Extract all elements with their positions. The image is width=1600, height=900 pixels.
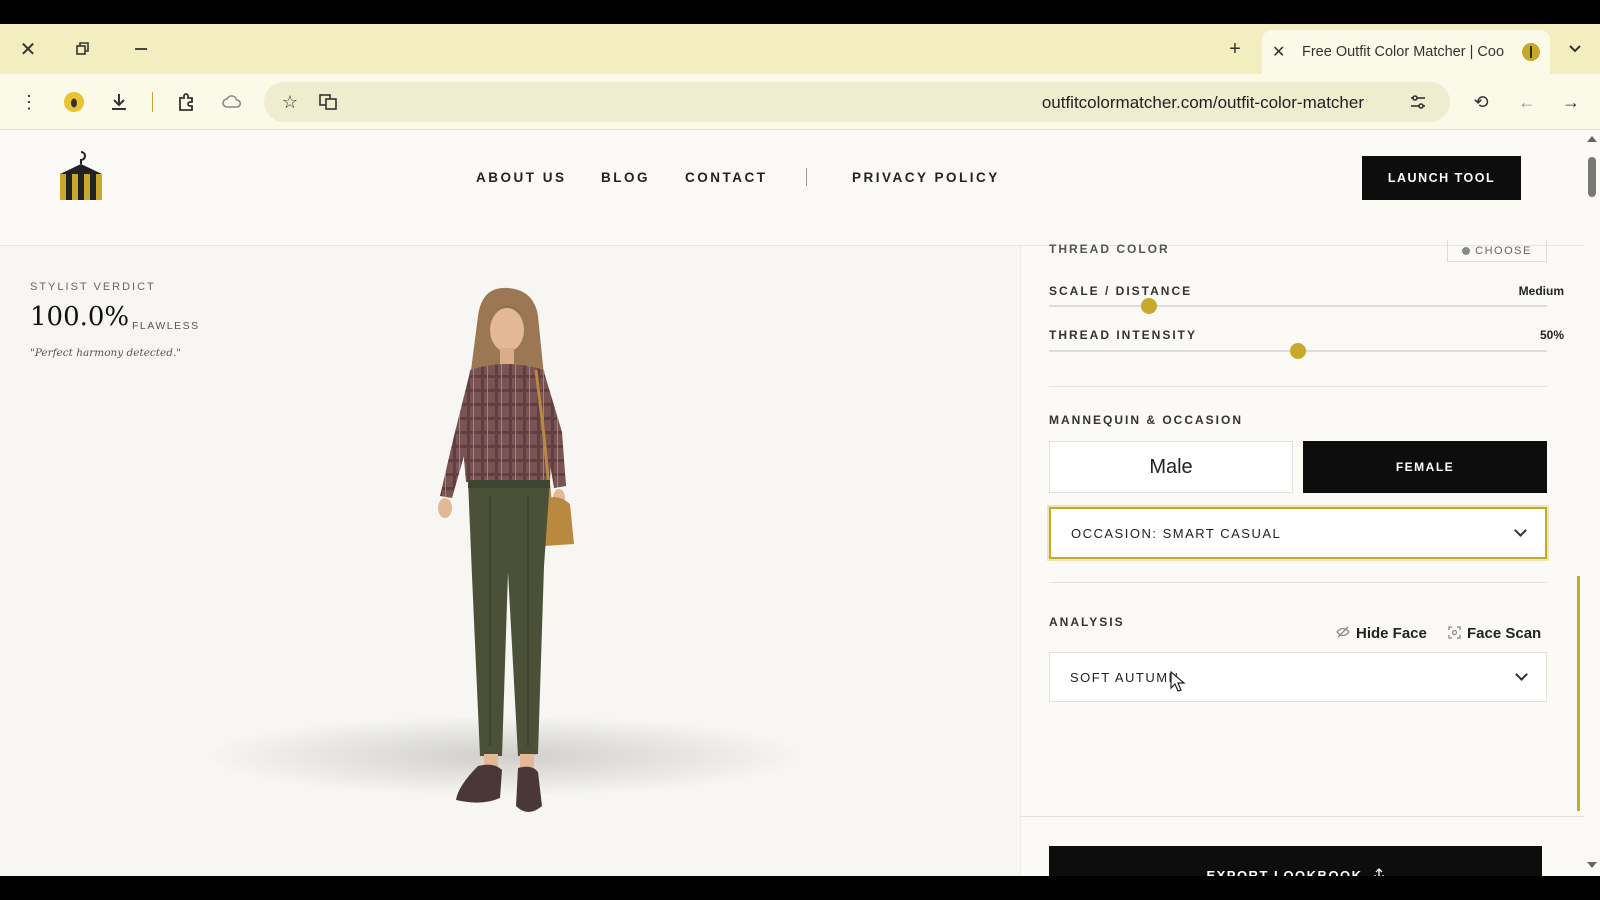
choose-label: CHOOSE <box>1475 244 1532 257</box>
scan-icon <box>1448 625 1461 642</box>
site-favicon-icon <box>1522 43 1540 61</box>
export-lookbook-label: EXPORT LOOKBOOK <box>1206 868 1363 876</box>
scroll-down-arrow-icon[interactable] <box>1587 862 1597 868</box>
color-swatch-dot <box>1462 246 1471 255</box>
tab-title: Free Outfit Color Matcher | Coo <box>1302 44 1505 60</box>
mouse-cursor-icon <box>1170 671 1186 692</box>
translate-icon[interactable] <box>316 90 340 114</box>
chevron-down-icon <box>1515 668 1528 681</box>
scrollbar-thumb[interactable] <box>1588 157 1596 197</box>
bookmark-star-icon[interactable]: ☆ <box>278 90 302 114</box>
section-divider <box>1049 386 1547 387</box>
reload-icon[interactable]: ⟲ <box>1469 90 1493 114</box>
close-tab-icon[interactable]: ✕ <box>1272 42 1294 62</box>
control-panel: THREAD COLOR CHOOSE SCALE / DISTANCE Med… <box>1020 240 1585 876</box>
forward-arrow-icon[interactable]: → <box>1559 90 1583 114</box>
stylist-verdict-label: STYLIST VERDICT <box>30 281 156 293</box>
hide-face-label: Hide Face <box>1356 625 1427 642</box>
chevron-down-icon <box>1514 524 1527 537</box>
mannequin-figure <box>438 287 574 812</box>
nav-privacy-policy[interactable]: PRIVACY POLICY <box>852 170 1000 185</box>
extensions-puzzle-icon[interactable] <box>175 90 199 114</box>
close-window-icon[interactable]: ✕ <box>15 36 41 62</box>
site-logo-icon[interactable] <box>56 150 106 202</box>
menu-dots-icon[interactable]: ⋮ <box>17 90 41 114</box>
thread-color-label: THREAD COLOR <box>1049 242 1170 256</box>
scale-distance-slider-knob[interactable] <box>1140 298 1157 314</box>
browser-window: ✕ + ✕ Free Outfit Color Matcher | Coo ⋮ <box>0 24 1600 876</box>
verdict-quote: "Perfect harmony detected." <box>30 347 182 359</box>
season-select[interactable]: SOFT AUTUMN <box>1049 652 1547 702</box>
back-arrow-icon[interactable]: ← <box>1515 90 1539 114</box>
analysis-label: ANALYSIS <box>1049 615 1125 629</box>
mannequin-occasion-label: MANNEQUIN & OCCASION <box>1049 413 1244 427</box>
new-tab-icon[interactable]: + <box>1222 36 1248 62</box>
browser-toolbar: ⋮ ☆ outfitcolormatcher.com/outfit-color-… <box>0 74 1600 130</box>
panel-scrollbar[interactable] <box>1577 576 1580 811</box>
verdict-tag: FLAWLESS <box>132 320 200 332</box>
scale-distance-label: SCALE / DISTANCE <box>1049 284 1193 298</box>
verdict-score: 100.0% <box>30 302 130 332</box>
share-icon <box>1373 868 1385 876</box>
url-text[interactable]: outfitcolormatcher.com/outfit-color-matc… <box>1042 93 1364 113</box>
site-header: ABOUT US BLOG CONTACT PRIVACY POLICY LAU… <box>0 130 1584 246</box>
export-lookbook-button[interactable]: EXPORT LOOKBOOK <box>1049 846 1542 876</box>
choose-color-button[interactable]: CHOOSE <box>1447 240 1547 262</box>
preview-stage: STYLIST VERDICT 100.0% FLAWLESS "Perfect… <box>0 246 1020 876</box>
tab-strip: ✕ + ✕ Free Outfit Color Matcher | Coo <box>0 24 1600 74</box>
occasion-select-value: OCCASION: SMART CASUAL <box>1071 525 1282 541</box>
sync-cloud-icon[interactable] <box>220 90 244 114</box>
scroll-up-arrow-icon[interactable] <box>1587 136 1597 142</box>
nav-about-us[interactable]: ABOUT US <box>476 170 567 185</box>
launch-tool-button[interactable]: LAUNCH TOOL <box>1362 156 1521 200</box>
panel-bottom-divider <box>1021 816 1585 817</box>
section-divider <box>1049 582 1547 583</box>
minimize-window-icon[interactable] <box>128 36 154 62</box>
thread-intensity-label: THREAD INTENSITY <box>1049 328 1198 342</box>
season-select-value: SOFT AUTUMN <box>1070 669 1180 685</box>
tab-active[interactable]: ✕ Free Outfit Color Matcher | Coo <box>1262 30 1550 74</box>
thread-intensity-value: 50% <box>1539 328 1564 342</box>
scale-distance-track[interactable] <box>1049 305 1547 307</box>
face-scan-label: Face Scan <box>1467 625 1542 642</box>
thread-intensity-slider-knob[interactable] <box>1290 343 1306 359</box>
hide-face-button[interactable]: Hide Face <box>1336 625 1427 642</box>
nav-contact[interactable]: CONTACT <box>685 170 768 185</box>
male-toggle-button[interactable]: Male <box>1049 441 1293 493</box>
restore-window-icon[interactable] <box>70 36 96 62</box>
address-bar[interactable]: ☆ outfitcolormatcher.com/outfit-color-ma… <box>264 82 1450 122</box>
nav-blog[interactable]: BLOG <box>601 170 650 185</box>
site-settings-icon[interactable] <box>1406 90 1430 114</box>
nav-separator <box>806 168 807 186</box>
occasion-select[interactable]: OCCASION: SMART CASUAL <box>1049 507 1547 559</box>
scale-distance-value: Medium <box>1518 284 1564 298</box>
tab-list-chevron-icon[interactable] <box>1562 36 1588 62</box>
download-icon[interactable] <box>107 90 131 114</box>
female-toggle-button[interactable]: FEMALE <box>1303 441 1547 493</box>
toolbar-divider <box>152 92 153 112</box>
eye-off-icon <box>1336 626 1350 641</box>
face-scan-button[interactable]: Face Scan <box>1448 625 1541 642</box>
page-scrollbar[interactable] <box>1584 130 1600 876</box>
extension-bee-icon[interactable] <box>62 90 86 114</box>
